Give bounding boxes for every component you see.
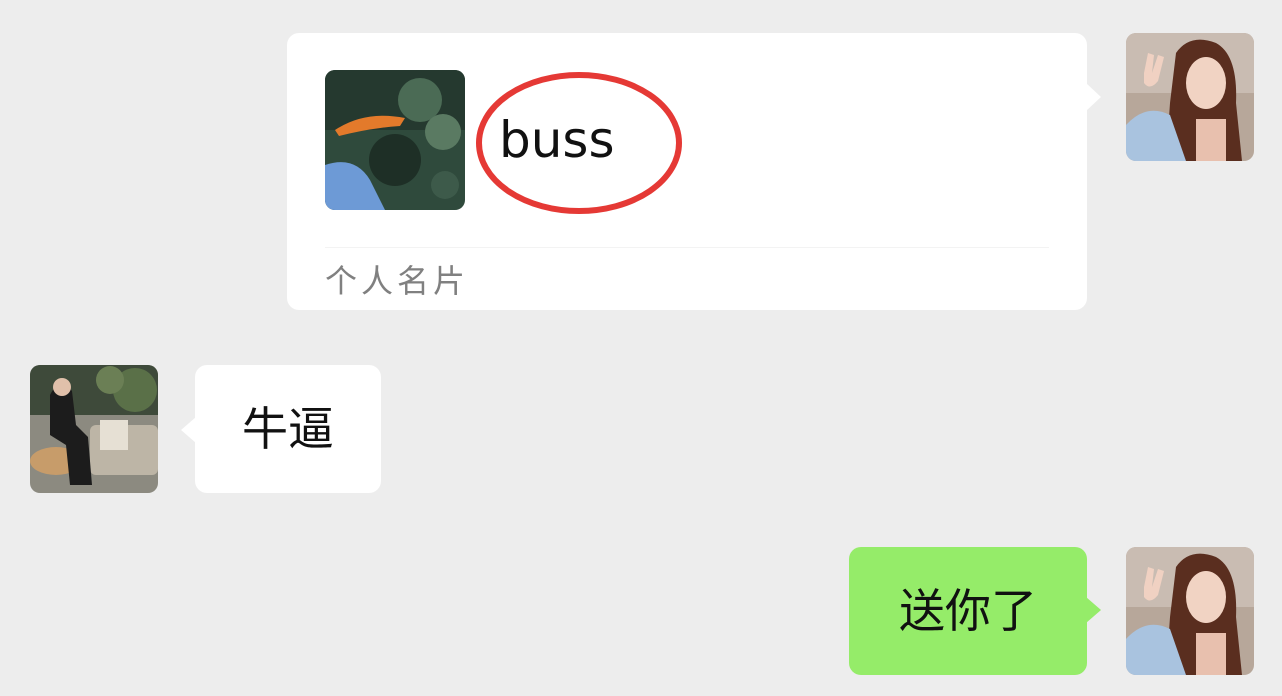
contact-card-name: buss (499, 111, 615, 169)
received-message-bubble[interactable]: 牛逼 (181, 365, 381, 493)
chat-window: buss 个人名片 牛逼 送你了 (0, 0, 1282, 696)
contact-card-message[interactable]: buss 个人名片 (287, 33, 1101, 310)
contact-avatar[interactable] (30, 365, 158, 493)
bubble-tail (181, 417, 196, 443)
user-avatar[interactable] (1126, 547, 1254, 675)
received-message-text: 牛逼 (242, 402, 334, 456)
card-divider (325, 247, 1049, 248)
bubble-tail (1086, 83, 1101, 111)
bubble-tail (1086, 597, 1101, 623)
sent-message-text: 送你了 (899, 584, 1037, 638)
contact-card-thumbnail (325, 70, 465, 210)
sent-message-bubble[interactable]: 送你了 (849, 547, 1101, 675)
user-avatar[interactable] (1126, 33, 1254, 161)
contact-card-type-label: 个人名片 (325, 262, 470, 300)
